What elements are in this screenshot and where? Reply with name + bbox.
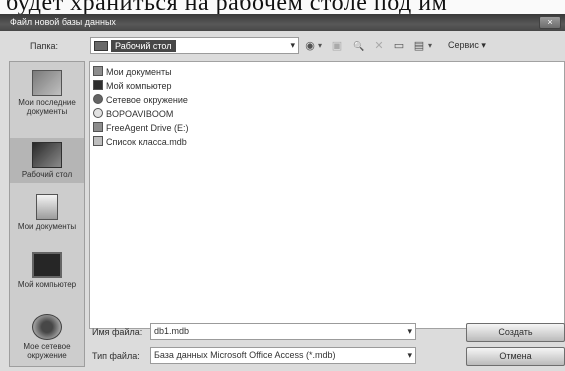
file-name: Мои документы [106, 67, 172, 77]
search-web-icon[interactable]: 🔍 [352, 38, 366, 54]
look-in-label: Папка: [30, 41, 58, 51]
file-name: FreeAgent Drive (E:) [106, 123, 189, 133]
file-name: BOPOAVIBOOM [106, 109, 174, 119]
new-folder-icon[interactable]: ▭ [392, 38, 406, 54]
close-button[interactable]: × [539, 16, 561, 29]
chevron-down-icon[interactable]: ▾ [407, 324, 412, 339]
file-name-label: Имя файла: [92, 327, 143, 337]
place-label: Рабочий стол [21, 170, 73, 179]
dialog-title: Файл новой базы данных [10, 17, 116, 27]
my-documents-icon [36, 194, 58, 220]
file-type-label: Тип файла: [92, 351, 140, 361]
file-name-value: db1.mdb [154, 326, 190, 336]
file-name-input[interactable]: db1.mdb ▾ [150, 323, 416, 340]
tools-menu[interactable]: Сервис ▾ [448, 40, 486, 51]
file-list[interactable]: Мои документы Мой компьютер Сетевое окру… [89, 61, 565, 329]
file-name: Сетевое окружение [106, 95, 188, 105]
back-dropdown-icon[interactable]: ▾ [316, 38, 324, 54]
my-computer-icon [32, 252, 62, 278]
file-name: Список класса.mdb [106, 137, 187, 147]
desktop-icon [32, 142, 62, 168]
place-label: Мои документы [17, 222, 77, 231]
chevron-down-icon: ▾ [290, 40, 295, 50]
file-name: Мой компьютер [106, 81, 172, 91]
recent-documents-icon [32, 70, 62, 96]
views-dropdown-icon[interactable]: ▾ [426, 38, 434, 54]
place-label: Мой компьютер [17, 280, 77, 289]
file-type-value: База данных Microsoft Office Access (*.m… [154, 350, 336, 360]
list-item[interactable]: Мой компьютер [93, 79, 172, 93]
network-icon [32, 314, 62, 340]
desktop-folder-icon [94, 41, 108, 51]
views-icon[interactable]: ▤ [412, 38, 426, 54]
list-item[interactable]: Сетевое окружение [93, 93, 188, 107]
list-item[interactable]: BOPOAVIBOOM [93, 107, 173, 121]
place-network[interactable]: Мое сетевое окружение [10, 314, 84, 360]
look-in-combo[interactable]: Рабочий стол ▾ [90, 37, 299, 54]
computer-icon [93, 80, 103, 90]
place-my-documents[interactable]: Мои документы [10, 194, 84, 231]
place-desktop[interactable]: Рабочий стол [10, 138, 84, 183]
delete-icon[interactable]: ✕ [372, 38, 386, 54]
place-label: Мои последние документы [18, 98, 76, 116]
place-recent-documents[interactable]: Мои последние документы [10, 70, 84, 116]
list-item[interactable]: Мои документы [93, 65, 172, 79]
place-label: Мое сетевое окружение [23, 342, 71, 360]
new-database-dialog: Файл новой базы данных × Папка: Рабочий … [0, 14, 565, 371]
list-item[interactable]: Список класса.mdb [93, 135, 187, 149]
back-icon[interactable]: ◉ [303, 38, 317, 54]
file-type-select[interactable]: База данных Microsoft Office Access (*.m… [150, 347, 416, 364]
chevron-down-icon[interactable]: ▾ [407, 348, 412, 363]
drive-icon [93, 122, 103, 132]
places-bar: Мои последние документы Рабочий стол Мои… [9, 61, 85, 367]
look-in-value: Рабочий стол [111, 40, 176, 52]
cd-drive-icon [93, 108, 103, 118]
folder-icon [93, 66, 103, 76]
list-item[interactable]: FreeAgent Drive (E:) [93, 121, 189, 135]
up-folder-icon[interactable]: ▣ [330, 38, 344, 54]
dialog-titlebar: Файл новой базы данных × [0, 14, 565, 31]
place-my-computer[interactable]: Мой компьютер [10, 252, 84, 289]
cancel-button[interactable]: Отмена [466, 347, 565, 366]
database-file-icon [93, 136, 103, 146]
create-button[interactable]: Создать [466, 323, 565, 342]
network-icon [93, 94, 103, 104]
